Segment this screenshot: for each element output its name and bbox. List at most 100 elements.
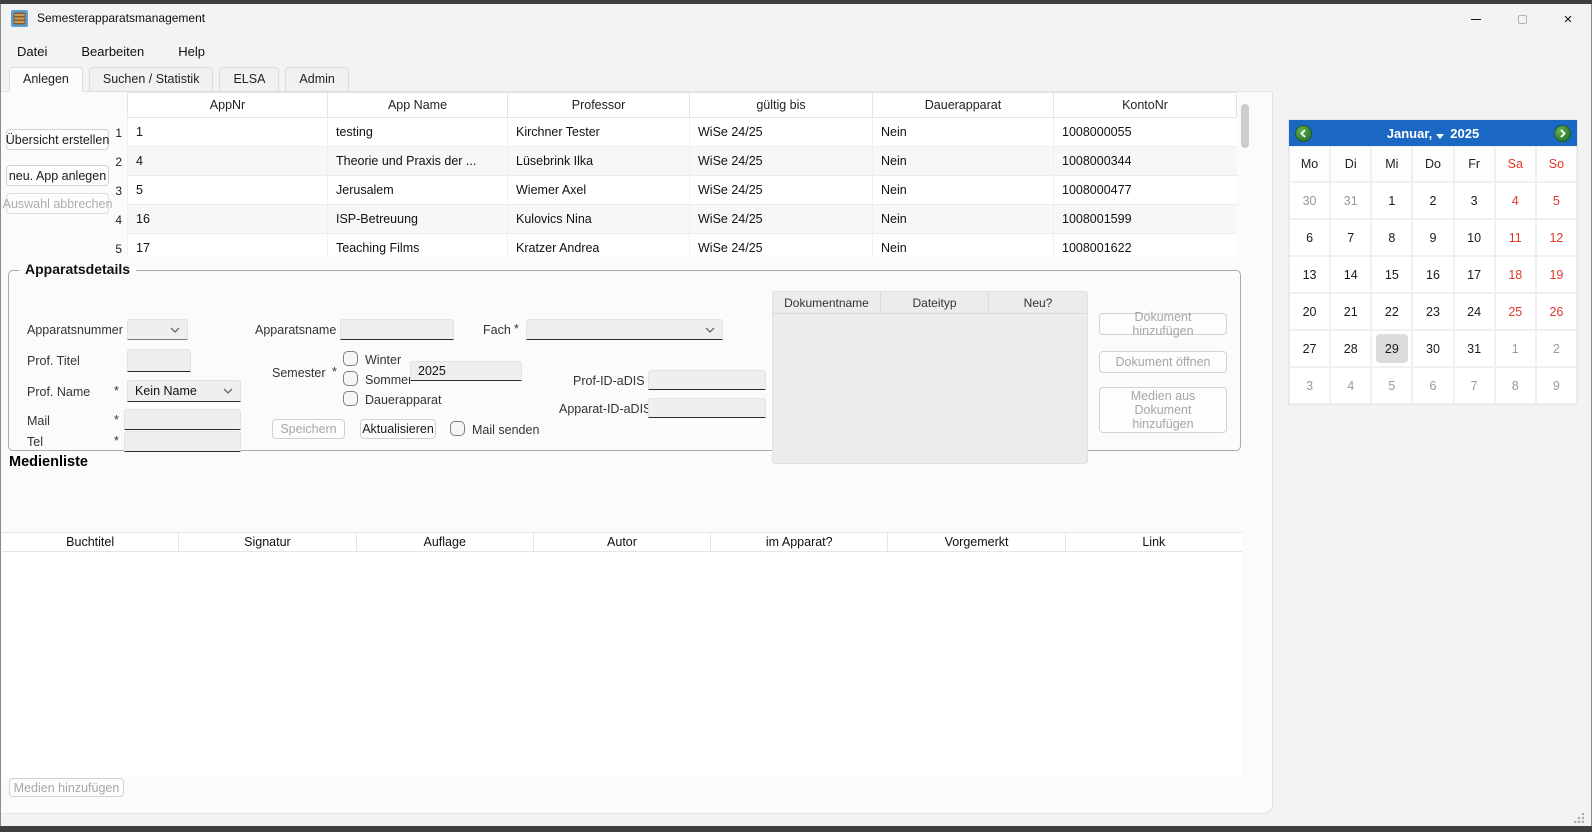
calendar-day[interactable]: 16 [1412,256,1453,293]
apps-table-scrollbar[interactable] [1241,104,1249,252]
mail-field[interactable] [124,409,241,430]
media-column-header-5[interactable]: Vorgemerkt [888,533,1065,551]
sidebar-button-2[interactable]: neu. App anlegen [6,165,109,186]
medien-hinzufuegen-button[interactable]: Medien hinzufügen [9,778,124,797]
calendar-day[interactable]: 21 [1330,293,1371,330]
calendar-day[interactable]: 13 [1289,256,1330,293]
calendar-day[interactable]: 8 [1495,367,1536,404]
semester-radio-dauerapparat[interactable] [343,391,358,406]
calendar-day[interactable]: 3 [1454,182,1495,219]
calendar-day[interactable]: 1 [1495,330,1536,367]
tab-elsa[interactable]: ELSA [219,67,279,92]
calendar-day[interactable]: 31 [1454,330,1495,367]
calendar-day[interactable]: 26 [1536,293,1577,330]
apparatsnummer-combobox[interactable] [127,319,188,340]
column-header-3[interactable]: gültig bis [689,92,872,118]
media-column-header-0[interactable]: Buchtitel [2,533,179,551]
calendar-day[interactable]: 9 [1536,367,1577,404]
calendar-day[interactable]: 6 [1412,367,1453,404]
calendar-day[interactable]: 19 [1536,256,1577,293]
scrollbar-thumb[interactable] [1241,104,1249,148]
column-header-0[interactable]: AppNr [127,92,327,118]
fach-combobox[interactable] [526,319,723,340]
doc-column-header-0[interactable]: Dokumentname [773,292,881,314]
media-column-header-4[interactable]: im Apparat? [711,533,888,551]
column-header-4[interactable]: Dauerapparat [872,92,1053,118]
menu-item-bearbeiten[interactable]: Bearbeiten [71,40,154,63]
calendar-day[interactable]: 2 [1412,182,1453,219]
calendar-day[interactable]: 27 [1289,330,1330,367]
doc-column-header-1[interactable]: Dateityp [881,292,989,314]
calendar-day[interactable]: 28 [1330,330,1371,367]
calendar-day[interactable]: 12 [1536,219,1577,256]
calendar-day[interactable]: 18 [1495,256,1536,293]
tab-anlegen[interactable]: Anlegen [9,67,83,92]
calendar-day[interactable]: 5 [1371,367,1412,404]
tel-field[interactable] [124,431,241,452]
calendar-day[interactable]: 2 [1536,330,1577,367]
calendar-day[interactable]: 14 [1330,256,1371,293]
mail-senden-checkbox[interactable] [450,421,465,436]
calendar-day[interactable]: 1 [1371,182,1412,219]
calendar-day[interactable]: 6 [1289,219,1330,256]
column-header-5[interactable]: KontoNr [1053,92,1237,118]
calendar-month-year[interactable]: Januar, 2025 [1387,126,1479,141]
sidebar-button-3[interactable]: Auswahl abbrechen [6,193,109,214]
close-button[interactable]: × [1545,4,1591,34]
calendar-day[interactable]: 25 [1495,293,1536,330]
column-header-1[interactable]: App Name [327,92,507,118]
calendar-prev-button[interactable] [1295,125,1312,142]
tab-suchen-statistik[interactable]: Suchen / Statistik [89,67,214,92]
menu-item-help[interactable]: Help [168,40,215,63]
table-row[interactable]: 35JerusalemWiemer AxelWiSe 24/25Nein1008… [111,176,1237,205]
media-column-header-2[interactable]: Auflage [357,533,534,551]
semester-radio-sommer[interactable] [343,371,358,386]
doc-column-header-2[interactable]: Neu? [989,292,1087,314]
sidebar-button-1[interactable]: Übersicht erstellen [6,129,109,150]
minimize-button[interactable] [1453,4,1499,34]
calendar-day[interactable]: 11 [1495,219,1536,256]
prof-id-adis-field[interactable] [648,370,766,390]
apparatsname-field[interactable] [340,319,454,340]
calendar-day[interactable]: 5 [1536,182,1577,219]
calendar-day[interactable]: 7 [1454,367,1495,404]
tab-admin[interactable]: Admin [285,67,348,92]
calendar-day[interactable]: 10 [1454,219,1495,256]
media-column-header-3[interactable]: Autor [534,533,711,551]
maximize-button[interactable] [1499,4,1545,34]
calendar-day[interactable]: 24 [1454,293,1495,330]
aktualisieren-button[interactable]: Aktualisieren [360,419,436,439]
doc-button-1[interactable]: Dokument hinzufügen [1099,313,1227,335]
calendar-day[interactable]: 30 [1289,182,1330,219]
calendar-day[interactable]: 9 [1412,219,1453,256]
prof-name-combobox[interactable]: Kein Name [127,380,241,402]
calendar-day[interactable]: 17 [1454,256,1495,293]
calendar-day[interactable]: 31 [1330,182,1371,219]
doc-button-2[interactable]: Dokument öffnen [1099,351,1227,373]
column-header-2[interactable]: Professor [507,92,689,118]
table-row[interactable]: 24Theorie und Praxis der ...Lüsebrink Il… [111,147,1237,176]
media-column-header-6[interactable]: Link [1066,533,1242,551]
calendar-day[interactable]: 8 [1371,219,1412,256]
apparat-id-adis-field[interactable] [648,398,766,418]
table-row[interactable]: 11testingKirchner TesterWiSe 24/25Nein10… [111,118,1237,147]
calendar-day[interactable]: 20 [1289,293,1330,330]
semester-radio-winter[interactable] [343,351,358,366]
calendar-day[interactable]: 4 [1330,367,1371,404]
table-row[interactable]: 416ISP-BetreuungKulovics NinaWiSe 24/25N… [111,205,1237,234]
doc-button-3[interactable]: Medien aus Dokument hinzufügen [1099,387,1227,433]
calendar-day[interactable]: 7 [1330,219,1371,256]
table-row[interactable]: 517Teaching FilmsKratzer AndreaWiSe 24/2… [111,234,1237,256]
speichern-button[interactable]: Speichern [272,419,345,439]
resize-grip[interactable] [1574,813,1584,823]
calendar-day[interactable]: 22 [1371,293,1412,330]
menu-item-datei[interactable]: Datei [7,40,57,63]
calendar-day[interactable]: 15 [1371,256,1412,293]
prof-titel-field[interactable] [127,349,191,372]
calendar-day[interactable]: 3 [1289,367,1330,404]
calendar-day[interactable]: 29 [1371,330,1412,367]
calendar-day[interactable]: 30 [1412,330,1453,367]
calendar-day[interactable]: 4 [1495,182,1536,219]
calendar-next-button[interactable] [1554,125,1571,142]
media-column-header-1[interactable]: Signatur [179,533,356,551]
